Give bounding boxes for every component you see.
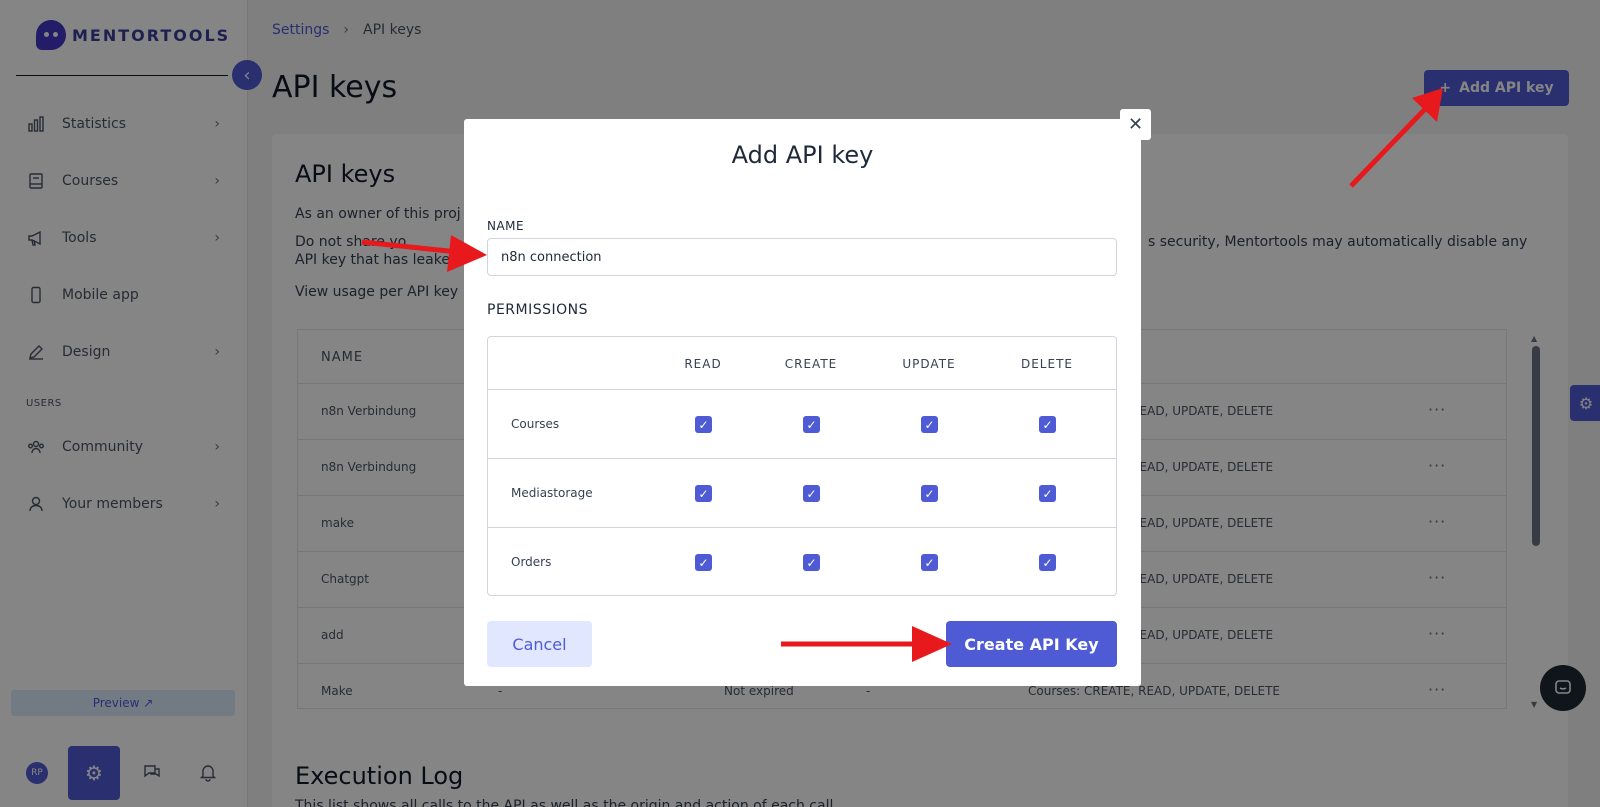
column-header-create: CREATE — [784, 357, 838, 371]
close-icon: ✕ — [1127, 114, 1144, 135]
checkbox-courses-delete[interactable]: ✓ — [1039, 416, 1056, 433]
checkbox-orders-update[interactable]: ✓ — [921, 554, 938, 571]
column-header-read: READ — [684, 357, 722, 371]
permission-row-orders: Orders ✓ ✓ ✓ ✓ — [488, 528, 1116, 597]
permission-row-label: Mediastorage — [511, 486, 593, 500]
permission-row-courses: Courses ✓ ✓ ✓ ✓ — [488, 390, 1116, 459]
column-header-update: UPDATE — [902, 357, 956, 371]
create-api-key-button[interactable]: Create API Key — [946, 621, 1117, 667]
checkbox-courses-read[interactable]: ✓ — [695, 416, 712, 433]
modal-close-button[interactable]: ✕ — [1120, 109, 1151, 140]
cancel-button[interactable]: Cancel — [487, 621, 592, 667]
name-field-label: NAME — [487, 219, 525, 233]
permission-row-mediastorage: Mediastorage ✓ ✓ ✓ ✓ — [488, 459, 1116, 528]
checkbox-orders-read[interactable]: ✓ — [695, 554, 712, 571]
permissions-label: PERMISSIONS — [487, 302, 589, 318]
add-api-key-modal: Add API key NAME PERMISSIONS READ CREATE… — [464, 119, 1141, 686]
permissions-table: READ CREATE UPDATE DELETE Courses ✓ ✓ ✓ … — [487, 336, 1117, 596]
checkbox-orders-create[interactable]: ✓ — [803, 554, 820, 571]
checkbox-mediastorage-create[interactable]: ✓ — [803, 485, 820, 502]
name-input[interactable] — [487, 238, 1117, 276]
modal-title: Add API key — [731, 141, 874, 169]
permission-row-label: Orders — [511, 555, 552, 569]
permissions-header: READ CREATE UPDATE DELETE — [488, 337, 1116, 390]
checkbox-orders-delete[interactable]: ✓ — [1039, 554, 1056, 571]
checkbox-mediastorage-read[interactable]: ✓ — [695, 485, 712, 502]
checkbox-mediastorage-update[interactable]: ✓ — [921, 485, 938, 502]
checkbox-courses-update[interactable]: ✓ — [921, 416, 938, 433]
column-header-delete: DELETE — [1020, 357, 1073, 371]
checkbox-mediastorage-delete[interactable]: ✓ — [1039, 485, 1056, 502]
checkbox-courses-create[interactable]: ✓ — [803, 416, 820, 433]
permission-row-label: Courses — [511, 417, 560, 431]
